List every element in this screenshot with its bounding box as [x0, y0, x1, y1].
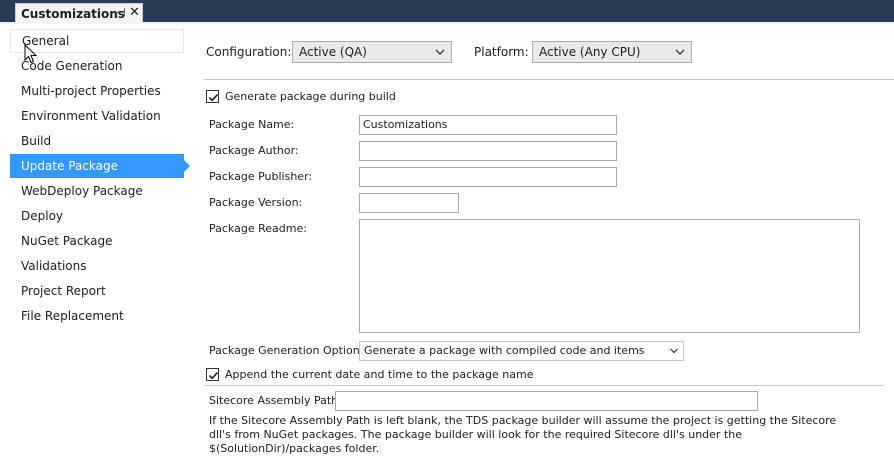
sidebar-item-file-replacement[interactable]: File Replacement [10, 304, 184, 328]
chevron-down-icon [675, 49, 685, 55]
sidebar-item-validations[interactable]: Validations [10, 254, 184, 278]
package-publisher-field[interactable] [359, 167, 617, 187]
configuration-value: Active (QA) [299, 45, 367, 59]
chevron-down-icon [670, 348, 678, 354]
sidebar-nav: General Code Generation Multi-project Pr… [0, 24, 190, 462]
pin-icon[interactable]: ⊣ [116, 6, 126, 19]
sidebar-item-webdeploy-package[interactable]: WebDeploy Package [10, 179, 184, 203]
sidebar-item-nuget-package[interactable]: NuGet Package [10, 229, 184, 253]
generate-package-checkbox[interactable] [206, 90, 219, 103]
configuration-label: Configuration: [206, 45, 292, 59]
package-name-field[interactable]: Customizations [359, 115, 617, 135]
package-generation-options-label: Package Generation Options: [209, 344, 370, 357]
sidebar-item-update-package[interactable]: Update Package [10, 154, 190, 178]
platform-value: Active (Any CPU) [539, 45, 641, 59]
generate-package-label: Generate package during build [225, 90, 396, 103]
package-author-label: Package Author: [209, 144, 299, 157]
platform-label: Platform: [474, 45, 529, 59]
sitecore-assembly-path-label: Sitecore Assembly Path: [209, 394, 342, 407]
append-date-checkbox[interactable] [206, 368, 219, 381]
sidebar-item-build[interactable]: Build [10, 129, 184, 153]
section-divider [204, 385, 884, 386]
sidebar-item-multi-project-properties[interactable]: Multi-project Properties [10, 79, 184, 103]
configuration-dropdown[interactable]: Active (QA) [292, 41, 452, 63]
package-author-field[interactable] [359, 141, 617, 161]
document-tab-strip: Customizations ⊣ ✕ [0, 0, 894, 24]
package-readme-label: Package Readme: [209, 222, 307, 235]
append-date-label: Append the current date and time to the … [225, 368, 534, 381]
sidebar-item-deploy[interactable]: Deploy [10, 204, 184, 228]
package-version-label: Package Version: [209, 196, 303, 209]
sidebar-item-project-report[interactable]: Project Report [10, 279, 184, 303]
chevron-down-icon [435, 49, 445, 55]
mouse-cursor-icon [24, 44, 38, 64]
close-icon[interactable]: ✕ [129, 5, 140, 20]
package-generation-options-value: Generate a package with compiled code an… [364, 344, 645, 357]
tab-customizations[interactable]: Customizations ⊣ ✕ [15, 3, 143, 24]
package-version-field[interactable] [359, 193, 459, 213]
checkmark-icon [208, 371, 219, 380]
section-divider [204, 79, 894, 80]
package-readme-textarea[interactable] [359, 219, 860, 333]
sitecore-assembly-path-note: If the Sitecore Assembly Path is left bl… [209, 414, 837, 455]
sidebar-item-environment-validation[interactable]: Environment Validation [10, 104, 184, 128]
package-name-label: Package Name: [209, 118, 295, 131]
sitecore-assembly-path-field[interactable] [335, 391, 758, 411]
platform-dropdown[interactable]: Active (Any CPU) [532, 41, 692, 63]
checkmark-icon [208, 93, 219, 102]
package-publisher-label: Package Publisher: [209, 170, 313, 183]
tab-title: Customizations [21, 7, 125, 21]
package-generation-options-dropdown[interactable]: Generate a package with compiled code an… [359, 341, 684, 361]
